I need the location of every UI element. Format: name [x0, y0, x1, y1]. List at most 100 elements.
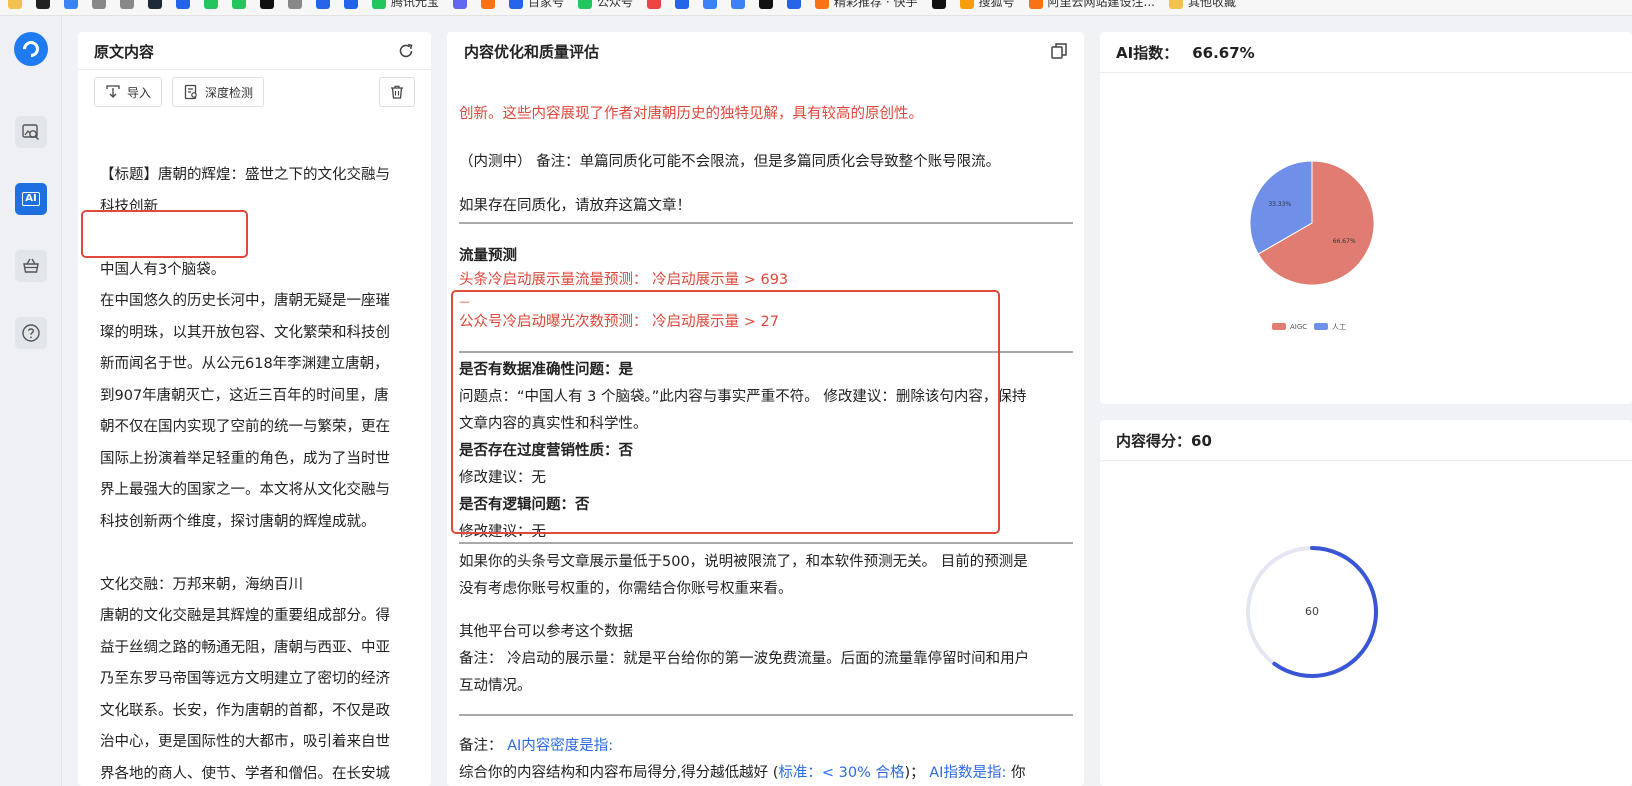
article-line: 到907年唐朝灭亡，这近三百年的时间里，唐 [100, 387, 389, 404]
bookmark-item[interactable] [64, 0, 78, 9]
bookmark-item[interactable] [344, 0, 358, 9]
score-text-tail: 你 [1006, 765, 1026, 781]
bookmark-item[interactable] [787, 0, 802, 9]
bookmark-favicon-icon [759, 0, 774, 9]
article-line: 文化联系。长安，作为唐朝的首都，不仅是政 [100, 702, 390, 719]
bookmark-favicon-icon [260, 0, 274, 9]
bookmark-label: 腾讯元宝 [391, 0, 440, 9]
bookmark-item[interactable]: 百家号 [509, 0, 564, 9]
issue-highlight-box [451, 290, 1000, 534]
article-line: 唐朝的文化交融是其辉煌的重要组成部分。得 [100, 608, 390, 624]
bookmark-item[interactable] [931, 0, 946, 9]
bookmark-favicon-icon [1168, 0, 1183, 9]
bookmark-favicon-icon [372, 0, 386, 9]
bookmark-item[interactable] [36, 0, 50, 9]
bookmark-item[interactable] [8, 0, 22, 9]
ai-index-link[interactable]: AI指数是指: [929, 765, 1006, 781]
gauge-progress-arc [1272, 546, 1378, 678]
article-line: 【标题】唐朝的辉煌：盛世之下的文化交融与 [100, 167, 390, 183]
bookmark-favicon-icon [453, 0, 468, 9]
bookmark-favicon-icon [120, 0, 134, 9]
other-platform-note: 其他平台可以参考这个数据 [459, 624, 633, 640]
image-detect-nav[interactable] [15, 116, 47, 148]
bookmark-item[interactable] [316, 0, 330, 9]
ai-index-panel: AI指数： 66.67% 66.67% 33.33% AIGC 人工 [1100, 32, 1632, 404]
bookmark-favicon-icon [731, 0, 746, 9]
bookmark-item[interactable]: 其他收藏 [1168, 0, 1236, 9]
trash-icon [391, 85, 403, 99]
bookmark-favicon-icon [64, 0, 78, 9]
bookmark-item[interactable] [731, 0, 746, 9]
beta-note: （内测中） 备注：单篇同质化可能不会限流，但是多篇同质化会导致整个账号限流。 [459, 154, 1001, 170]
original-content-panel: 原文内容 导入 深度检测 【标题】唐朝的辉煌：盛世之下的文化交融与 科技创新 中国人… [78, 32, 431, 786]
bookmark-favicon-icon [815, 0, 830, 9]
bookmark-item[interactable] [703, 0, 718, 9]
legend-swatch[interactable] [1314, 323, 1328, 330]
bookmark-item[interactable]: 公众号 [578, 0, 633, 9]
ai-density-link[interactable]: AI内容密度是指: [507, 738, 613, 754]
bookmark-label: 搜狐号 [978, 0, 1015, 9]
bookmark-item[interactable] [675, 0, 690, 9]
limit-note-cont: 没有考虑你账号权重的，你需结合你账号权重来看。 [459, 581, 793, 597]
import-button[interactable]: 导入 [94, 77, 163, 107]
bookmark-favicon-icon [232, 0, 246, 9]
help-nav[interactable] [15, 317, 47, 349]
ai-detect-nav[interactable]: AI [15, 183, 47, 215]
note-prefix: 备注： [459, 738, 508, 754]
gauge-value-label: 60 [1305, 605, 1319, 618]
bookmark-item[interactable]: 精彩推荐 · 快手 [815, 0, 918, 9]
bookmark-item[interactable] [453, 0, 468, 9]
import-icon [106, 85, 120, 98]
help-icon [22, 324, 40, 342]
clear-button[interactable] [379, 77, 415, 107]
bookmark-label: 其他收藏 [1187, 0, 1236, 9]
score-explanation: 综合你的内容结构和内容布局得分,得分越低越好 (标准：< 30% 合格)； AI… [459, 763, 1025, 783]
bookmark-item[interactable] [92, 0, 106, 9]
bookmark-label: 阿里云网站建设注... [1047, 0, 1155, 9]
bookmark-favicon-icon [959, 0, 974, 9]
bookmark-favicon-icon [787, 0, 802, 9]
refresh-icon[interactable] [397, 42, 415, 60]
app-logo[interactable] [14, 32, 48, 66]
bookmark-item[interactable]: 阿里云网站建设注... [1028, 0, 1155, 9]
bookmark-item[interactable]: 搜狐号 [959, 0, 1015, 9]
bookmark-item[interactable] [204, 0, 218, 9]
bookmark-item[interactable] [759, 0, 774, 9]
bookmark-favicon-icon [509, 0, 524, 9]
score-text-sep: )； [904, 765, 930, 781]
bookmark-favicon-icon [204, 0, 218, 9]
bookmark-favicon-icon [931, 0, 946, 9]
bookmark-item[interactable]: 腾讯元宝 [372, 0, 439, 9]
document-scan-icon [184, 84, 197, 100]
copy-icon[interactable] [1050, 42, 1068, 60]
bookmark-item[interactable] [288, 0, 302, 9]
deep-detect-button[interactable]: 深度检测 [172, 77, 265, 107]
bookmark-item[interactable] [260, 0, 274, 9]
legend-label: AIGC [1290, 323, 1307, 331]
shop-nav[interactable] [15, 250, 47, 282]
bookmark-favicon-icon [92, 0, 106, 9]
article-line: 治中心，更是国际性的大都市，吸引着来自世 [100, 734, 390, 750]
bookmark-favicon-icon [176, 0, 190, 9]
divider [459, 542, 1073, 544]
bookmark-item[interactable] [148, 0, 162, 9]
article-line: 国际上扮演着举足轻重的角色，成为了当时世 [100, 450, 390, 467]
article-line: 界各地的商人、使节、学者和僧侣。在长安城 [100, 765, 390, 782]
article-line: 科技创新两个维度，探讨唐朝的辉煌成就。 [100, 513, 376, 530]
article-line: 朝不仅在国内实现了空前的统一与繁荣，更在 [100, 419, 390, 435]
pie-slice-label: 33.33% [1268, 201, 1291, 208]
panel-title: 内容优化和质量评估 [464, 43, 600, 61]
legend-swatch[interactable] [1272, 323, 1286, 330]
bookmark-item[interactable] [647, 0, 662, 9]
bookmark-label: 精彩推荐 · 快手 [834, 0, 918, 9]
bookmark-item[interactable] [176, 0, 190, 9]
bookmark-favicon-icon [578, 0, 593, 9]
bookmark-item[interactable] [232, 0, 246, 9]
basket-icon [23, 258, 39, 273]
bookmark-label: 百家号 [528, 0, 565, 9]
article-line: 益于丝绸之路的畅通无阻，唐朝与西亚、中亚 [100, 639, 390, 656]
article-line: 在中国悠久的历史长河中，唐朝无疑是一座璀 [100, 293, 390, 309]
bookmark-item[interactable] [481, 0, 496, 9]
bookmark-item[interactable] [120, 0, 134, 9]
